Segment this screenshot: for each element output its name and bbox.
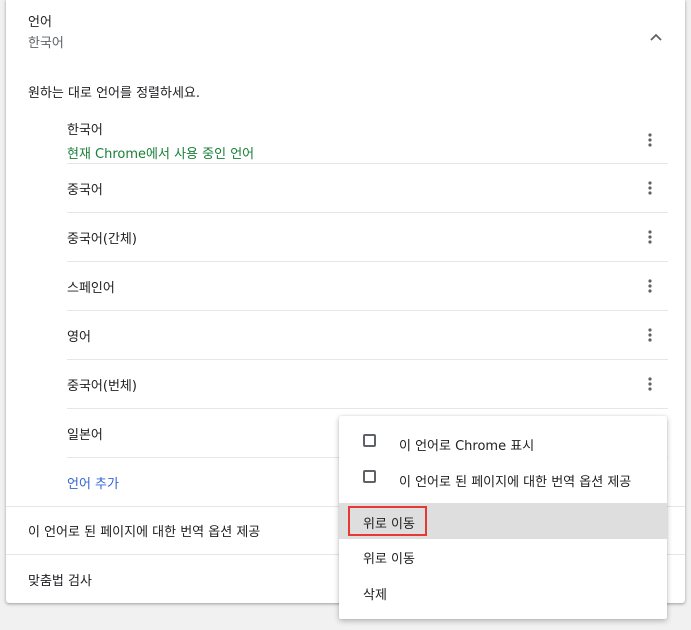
offer-translate-setting[interactable]: 이 언어로 된 페이지에 대한 번역 옵션 제공: [28, 521, 260, 540]
current-language: 한국어: [28, 36, 64, 51]
language-name: 중국어: [67, 183, 103, 198]
menu-item-move-to-top[interactable]: 위로 이동: [339, 503, 667, 539]
language-context-menu: 이 언어로 Chrome 표시 이 언어로 된 페이지에 대한 번역 옵션 제공…: [339, 416, 667, 619]
more-vert-icon: [648, 377, 652, 391]
add-language-link[interactable]: 언어 추가: [67, 473, 119, 492]
menu-item-move-up[interactable]: 위로 이동: [339, 542, 667, 572]
menu-item-label: 위로 이동: [363, 552, 415, 567]
language-menu-button[interactable]: [638, 176, 662, 200]
current-language-note: 현재 Chrome에서 사용 중인 언어: [67, 147, 255, 162]
language-name: 중국어(번체): [67, 379, 137, 394]
section-title: 언어: [28, 15, 52, 30]
language-row-spanish: 스페인어: [67, 262, 668, 311]
more-vert-icon: [648, 328, 652, 342]
menu-item-offer-translate[interactable]: 이 언어로 된 페이지에 대한 번역 옵션 제공: [339, 464, 667, 492]
spellcheck-setting[interactable]: 맞춤법 검사: [28, 570, 92, 589]
menu-item-remove[interactable]: 삭제: [339, 578, 667, 608]
more-vert-icon: [648, 230, 652, 244]
menu-item-display-in-chrome[interactable]: 이 언어로 Chrome 표시: [339, 429, 667, 457]
chevron-up-icon: [650, 33, 662, 41]
language-row-chinese-simplified: 중국어(간체): [67, 213, 668, 262]
language-row-english: 영어: [67, 311, 668, 360]
order-instruction: 원하는 대로 언어를 정렬하세요.: [28, 86, 201, 101]
language-row-chinese: 중국어: [67, 164, 668, 213]
language-menu-button[interactable]: [638, 128, 662, 152]
language-name: 일본어: [67, 428, 103, 443]
menu-item-label: 삭제: [363, 588, 387, 603]
offer-translate-checkbox[interactable]: [363, 470, 376, 483]
menu-item-label: 이 언어로 Chrome 표시: [399, 439, 535, 454]
language-row-chinese-traditional: 중국어(번체): [67, 360, 668, 409]
language-name: 중국어(간체): [67, 232, 137, 247]
language-menu-button[interactable]: [638, 274, 662, 298]
more-vert-icon: [648, 181, 652, 195]
language-name: 영어: [67, 330, 91, 345]
language-name: 한국어: [67, 123, 103, 138]
language-row-korean: 한국어 현재 Chrome에서 사용 중인 언어: [67, 115, 668, 164]
collapse-button[interactable]: [643, 24, 669, 50]
display-in-chrome-checkbox[interactable]: [363, 434, 376, 447]
focus-highlight-box: [348, 506, 427, 536]
language-menu-button[interactable]: [638, 323, 662, 347]
more-vert-icon: [648, 279, 652, 293]
more-vert-icon: [648, 133, 652, 147]
menu-item-label: 이 언어로 된 페이지에 대한 번역 옵션 제공: [399, 475, 632, 490]
language-name: 스페인어: [67, 281, 115, 296]
languages-header[interactable]: 언어 한국어: [28, 14, 64, 53]
language-menu-button[interactable]: [638, 372, 662, 396]
language-menu-button[interactable]: [638, 225, 662, 249]
language-list: 한국어 현재 Chrome에서 사용 중인 언어 중국어 중국어(간체) 스페인…: [67, 115, 668, 458]
